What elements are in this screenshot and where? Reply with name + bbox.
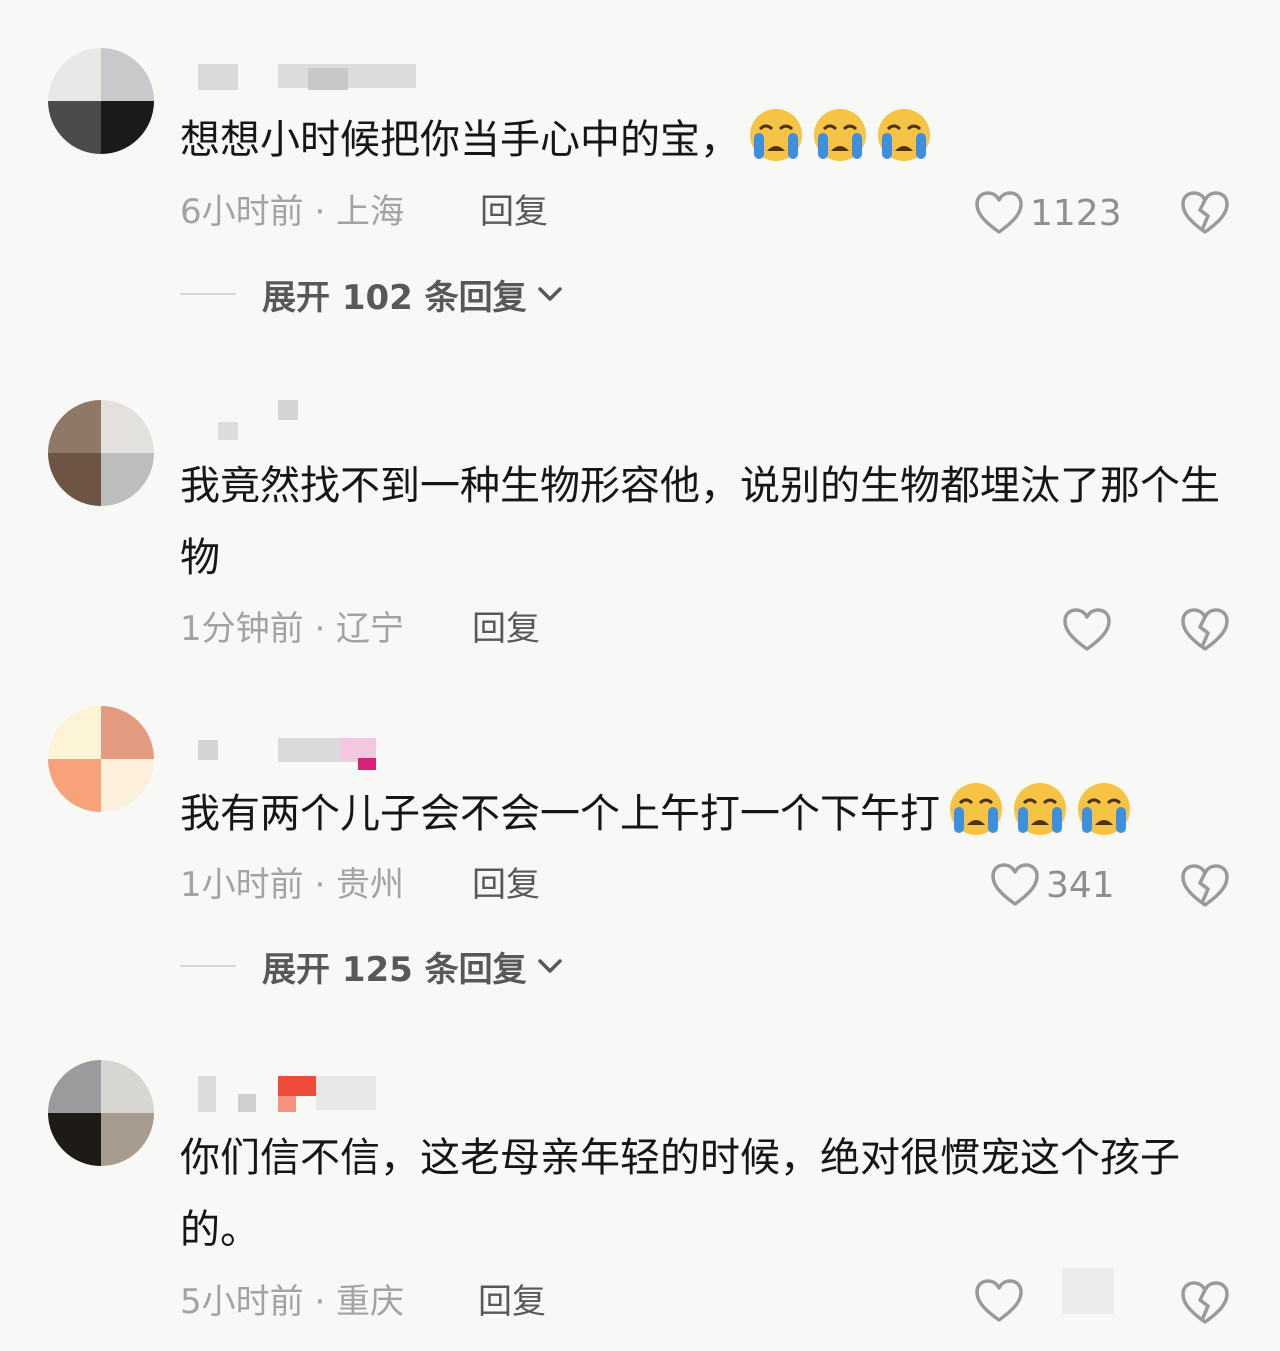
comment-text-content: 我有两个儿子会不会一个上午打一个下午打 bbox=[180, 791, 940, 837]
expand-replies-button[interactable]: 展开 102 条回复 bbox=[180, 272, 563, 318]
emoji-group bbox=[940, 783, 1132, 837]
heart-outline-icon bbox=[1063, 608, 1111, 651]
comment-text-content: 我竟然找不到一种生物形容他，说别的生物都埋汰了那个生物 bbox=[180, 463, 1220, 581]
comment-meta: 6小时前 · 上海 bbox=[180, 192, 405, 232]
heart-outline-icon bbox=[991, 863, 1039, 906]
avatar[interactable] bbox=[48, 400, 154, 506]
broken-heart-icon[interactable] bbox=[1180, 1280, 1230, 1326]
comment-text: 想想小时候把你当手心中的宝， bbox=[180, 104, 1240, 176]
expand-replies-label: 展开 125 条回复 bbox=[262, 949, 527, 990]
heart-outline-icon bbox=[975, 191, 1023, 234]
like-count: 1123 bbox=[1030, 192, 1122, 234]
like-button[interactable] bbox=[1062, 605, 1112, 655]
like-count: 341 bbox=[1046, 864, 1115, 906]
avatar[interactable] bbox=[48, 1060, 154, 1166]
comment-text-content: 你们信不信，这老母亲年轻的时候，绝对很惯宠这个孩子的。 bbox=[180, 1135, 1180, 1253]
crying-face-icon bbox=[1014, 783, 1066, 835]
expand-replies-button[interactable]: 展开 125 条回复 bbox=[180, 944, 563, 990]
crying-face-icon bbox=[814, 109, 866, 161]
reply-button[interactable]: 回复 bbox=[480, 190, 548, 234]
comment-meta: 1分钟前 · 辽宁 bbox=[180, 609, 405, 649]
crying-face-icon bbox=[878, 109, 930, 161]
divider bbox=[180, 965, 236, 967]
reply-button[interactable]: 回复 bbox=[472, 863, 540, 907]
comment-text: 我竟然找不到一种生物形容他，说别的生物都埋汰了那个生物 bbox=[180, 450, 1240, 594]
crying-face-icon bbox=[750, 109, 802, 161]
comment-meta: 1小时前 · 贵州 bbox=[180, 865, 405, 905]
comment-text: 我有两个儿子会不会一个上午打一个下午打 bbox=[180, 778, 1240, 850]
like-button[interactable]: 341 bbox=[990, 860, 1115, 910]
like-button[interactable] bbox=[974, 1276, 1024, 1326]
obscured-block bbox=[1062, 1268, 1114, 1314]
broken-heart-icon[interactable] bbox=[1180, 607, 1230, 653]
crying-face-icon bbox=[1078, 783, 1130, 835]
chevron-down-icon bbox=[537, 959, 562, 973]
reply-button[interactable]: 回复 bbox=[472, 607, 540, 651]
expand-replies-label: 展开 102 条回复 bbox=[262, 277, 527, 318]
emoji-group bbox=[740, 109, 932, 163]
reply-button[interactable]: 回复 bbox=[478, 1280, 546, 1324]
heart-outline-icon bbox=[975, 1279, 1023, 1322]
crying-face-icon bbox=[950, 783, 1002, 835]
comment-meta: 5小时前 · 重庆 bbox=[180, 1282, 405, 1322]
chevron-down-icon bbox=[537, 287, 562, 301]
comment-text: 你们信不信，这老母亲年轻的时候，绝对很惯宠这个孩子的。 bbox=[180, 1122, 1240, 1266]
broken-heart-icon[interactable] bbox=[1180, 863, 1230, 909]
avatar[interactable] bbox=[48, 48, 154, 154]
broken-heart-icon[interactable] bbox=[1180, 190, 1230, 236]
avatar[interactable] bbox=[48, 706, 154, 812]
divider bbox=[180, 293, 236, 295]
comment-text-content: 想想小时候把你当手心中的宝， bbox=[180, 117, 740, 163]
like-button[interactable]: 1123 bbox=[974, 188, 1122, 238]
